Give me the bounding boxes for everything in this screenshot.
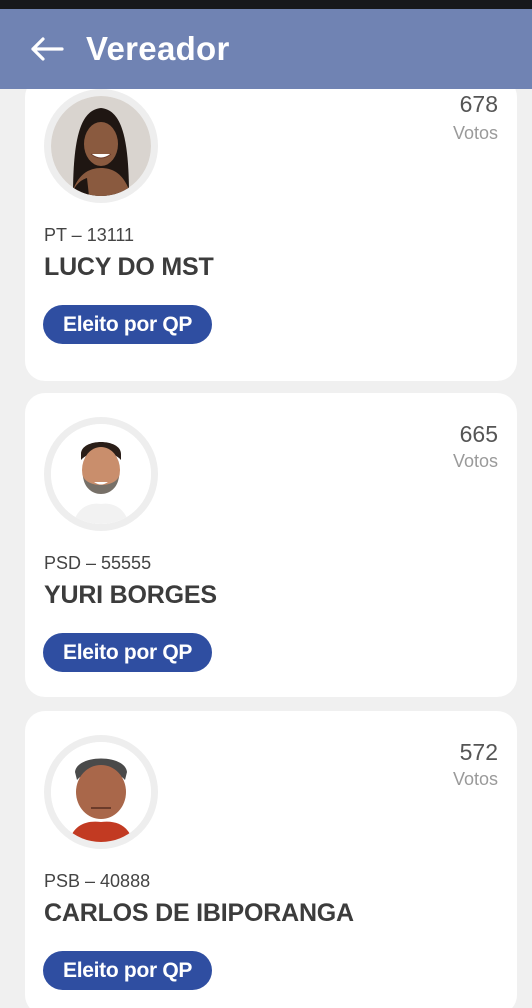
votes-label: Votos (452, 769, 498, 789)
party-number: PSD – 55555 (44, 553, 152, 573)
status-badge: Eleito por QP (43, 951, 213, 990)
candidate-card[interactable]: 572 Votos PSB – 40888 CARLOS DE IBIPORAN… (25, 711, 517, 1008)
party-number: PT – 13111 (44, 225, 135, 245)
arrow-left-icon (31, 37, 64, 61)
candidate-photo (51, 742, 151, 842)
back-button[interactable] (30, 29, 70, 69)
candidate-avatar (44, 417, 158, 531)
candidate-card[interactable]: 678 Votos PT – 13111 LUCY DO MST Eleito … (25, 89, 517, 381)
candidate-photo (51, 96, 151, 196)
candidate-list[interactable]: 678 Votos PT – 13111 LUCY DO MST Eleito … (0, 89, 532, 1008)
candidate-name: LUCY DO MST (44, 253, 214, 281)
status-badge: Eleito por QP (43, 305, 213, 344)
votes-count: 572 (459, 739, 498, 765)
app-header: Vereador (0, 9, 532, 89)
page-title: Vereador (86, 30, 230, 67)
votes-count: 678 (459, 91, 498, 117)
party-number: PSB – 40888 (44, 871, 151, 891)
votes-label: Votos (452, 451, 498, 471)
status-badge: Eleito por QP (43, 633, 213, 672)
candidate-name: CARLOS DE IBIPORANGA (44, 899, 354, 927)
candidate-card[interactable]: 665 Votos PSD – 55555 YURI BORGES Eleito… (25, 393, 517, 697)
candidate-avatar (44, 89, 158, 203)
status-bar (0, 0, 532, 9)
votes-label: Votos (452, 123, 498, 143)
candidate-avatar (44, 735, 158, 849)
candidate-photo (51, 424, 151, 524)
votes-count: 665 (459, 421, 498, 447)
candidate-name: YURI BORGES (44, 581, 217, 609)
